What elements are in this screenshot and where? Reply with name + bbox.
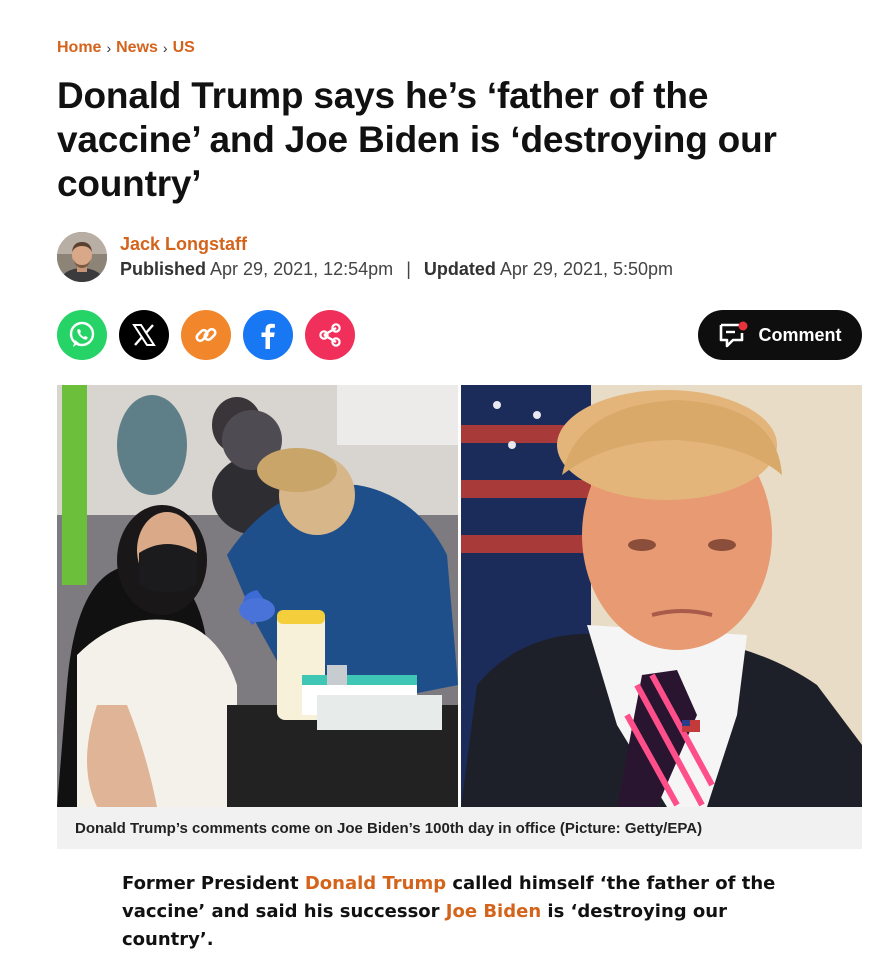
breadcrumb-home[interactable]: Home <box>57 39 101 57</box>
facebook-icon <box>261 323 275 349</box>
breadcrumb: Home › News › US <box>57 39 195 57</box>
share-icon <box>319 323 341 347</box>
comment-button[interactable]: Comment <box>698 310 862 360</box>
author-avatar[interactable] <box>57 232 107 282</box>
link-icon <box>195 327 217 343</box>
share-bar <box>57 310 355 360</box>
date-separator: | <box>406 259 411 279</box>
copy-link-button[interactable] <box>181 310 231 360</box>
share-whatsapp-button[interactable] <box>57 310 107 360</box>
lead-text: Former President <box>122 873 305 894</box>
x-icon <box>132 324 156 346</box>
published-date: Apr 29, 2021, 12:54pm <box>210 259 394 279</box>
article-image[interactable] <box>57 385 862 807</box>
article-lead: Former President Donald Trump called him… <box>122 870 822 954</box>
author-name[interactable]: Jack Longstaff <box>120 232 673 256</box>
whatsapp-icon <box>69 321 95 347</box>
breadcrumb-separator: › <box>162 40 168 56</box>
comment-icon <box>720 321 748 348</box>
updated-label: Updated <box>423 259 496 279</box>
byline: Jack Longstaff Published Apr 29, 2021, 1… <box>57 232 673 282</box>
breadcrumb-separator: › <box>106 40 112 56</box>
publish-dates: Published Apr 29, 2021, 12:54pm | Update… <box>120 256 673 282</box>
share-x-button[interactable] <box>119 310 169 360</box>
image-caption: Donald Trump’s comments come on Joe Bide… <box>75 819 703 837</box>
share-facebook-button[interactable] <box>243 310 293 360</box>
breadcrumb-us[interactable]: US <box>173 39 195 57</box>
comment-label: Comment <box>758 324 842 345</box>
article-headline: Donald Trump says he’s ‘father of the va… <box>57 75 777 204</box>
updated-date: Apr 29, 2021, 5:50pm <box>499 259 674 279</box>
link-joe-biden[interactable]: Joe Biden <box>446 901 541 922</box>
breadcrumb-news[interactable]: News <box>116 39 158 57</box>
share-more-button[interactable] <box>305 310 355 360</box>
link-donald-trump[interactable]: Donald Trump <box>305 873 446 894</box>
published-label: Published <box>120 259 207 279</box>
image-caption-bar: Donald Trump’s comments come on Joe Bide… <box>57 807 862 849</box>
